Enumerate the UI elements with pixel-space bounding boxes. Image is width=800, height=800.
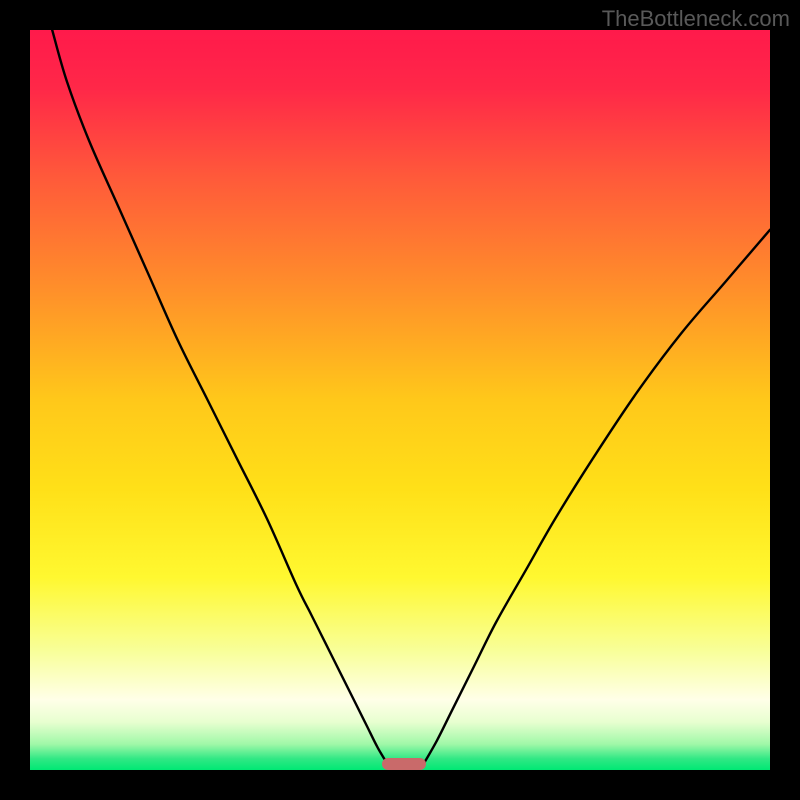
bottleneck-marker [382, 758, 426, 770]
curve-left-branch [52, 30, 389, 766]
chart-plot-area [30, 30, 770, 770]
chart-curve [30, 30, 770, 770]
curve-right-branch [422, 230, 770, 767]
watermark-text: TheBottleneck.com [602, 6, 790, 32]
